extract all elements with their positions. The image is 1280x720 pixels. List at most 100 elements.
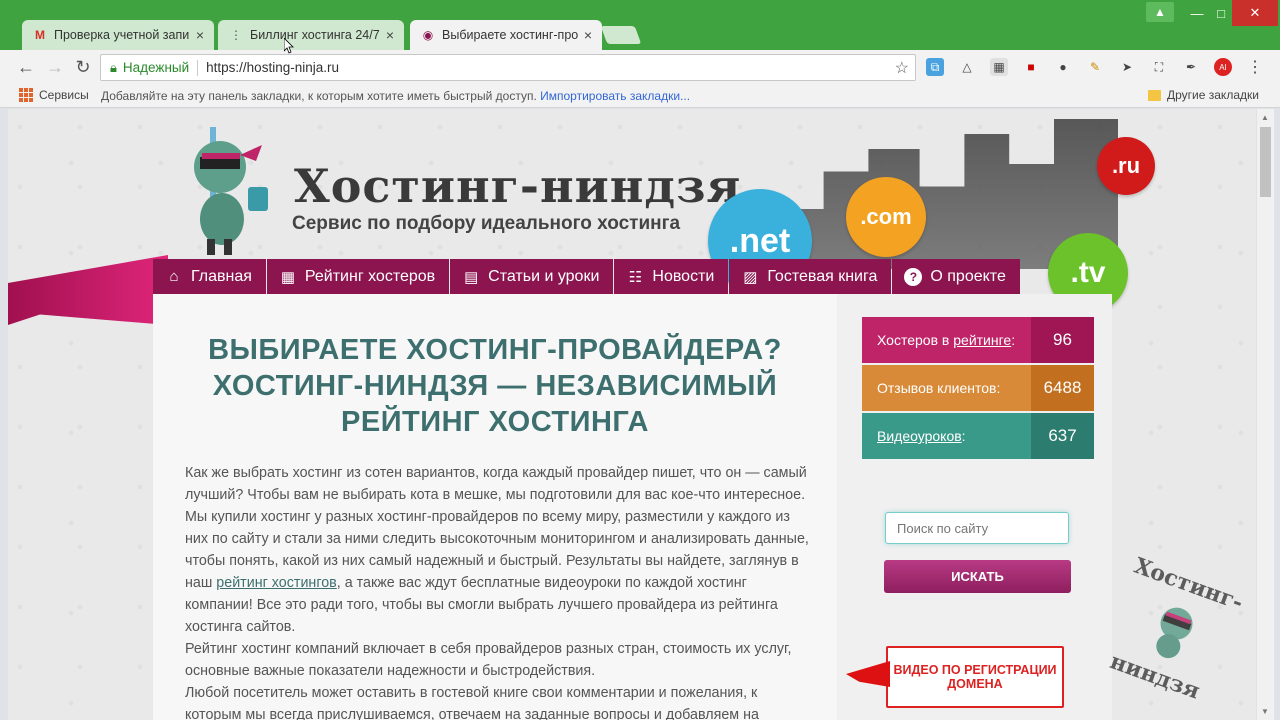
stat-reviews: Отзывов клиентов: 6488: [862, 365, 1094, 411]
extension-icon[interactable]: AI: [1214, 58, 1232, 76]
lock-icon: 🔒︎: [110, 59, 117, 75]
nav-guestbook[interactable]: ▨ Гостевая книга: [729, 259, 892, 294]
browser-toolbar: ← → ↻ 🔒︎ Надежный https://hosting-ninja.…: [0, 50, 1280, 84]
ninja-icon: ◉: [422, 28, 434, 42]
extension-icon[interactable]: ⛶: [1150, 58, 1168, 76]
bookmark-star-icon[interactable]: ☆: [895, 58, 909, 78]
other-bookmarks[interactable]: Другие закладки: [1148, 88, 1259, 102]
guestbook-icon: ▨: [743, 268, 758, 286]
bookmarks-bar: Сервисы Добавляйте на эту панель закладк…: [0, 84, 1280, 108]
search-button[interactable]: ИСКАТЬ: [884, 560, 1071, 593]
hosting-rating-link[interactable]: рейтинг хостингов: [216, 575, 336, 591]
mini-ninja-icon: [1156, 607, 1193, 659]
stat-label: Видеоуроков:: [862, 413, 1031, 459]
reload-button[interactable]: ↻: [71, 55, 95, 79]
nav-home[interactable]: ⌂ Главная: [153, 259, 266, 294]
stat-label-prefix: Хостеров в: [877, 332, 950, 348]
paragraph: Как же выбрать хостинг из сотен варианто…: [185, 462, 815, 638]
divider: [197, 59, 199, 76]
nav-label: Новости: [652, 267, 715, 285]
scroll-thumb[interactable]: [1260, 127, 1271, 197]
tab-strip: ▲ — □ ✕ M Проверка учетной запи × ⋮ Билл…: [0, 0, 1280, 50]
web-page: Хостинг-ниндзя Сервис по подбору идеальн…: [8, 109, 1256, 720]
news-icon: ☷: [628, 268, 643, 286]
stat-label-prefix: Отзывов клиентов:: [877, 380, 1001, 396]
site-search-input[interactable]: [885, 512, 1069, 544]
tab-gmail[interactable]: M Проверка учетной запи ×: [22, 20, 214, 50]
rating-icon: ▦: [280, 268, 295, 286]
extension-icon[interactable]: ➤: [1118, 58, 1136, 76]
gmail-icon: M: [35, 28, 45, 42]
main-nav: ⌂ Главная ▦ Рейтинг хостеров ▤ Статьи и …: [153, 259, 1053, 294]
extension-icon[interactable]: ●: [1054, 58, 1072, 76]
nav-label: Главная: [191, 267, 252, 285]
tab-title: Выбираете хостинг-про: [442, 28, 578, 42]
extension-icon[interactable]: ✎: [1086, 58, 1104, 76]
nav-articles[interactable]: ▤ Статьи и уроки: [450, 259, 614, 294]
stat-value: 6488: [1031, 365, 1094, 411]
secure-label: Надежный: [122, 60, 190, 75]
close-window-button[interactable]: ✕: [1232, 0, 1278, 26]
scroll-down-icon[interactable]: ▼: [1261, 707, 1269, 716]
paragraph-text: Как же выбрать хостинг из сотен варианто…: [185, 465, 809, 591]
extension-icon[interactable]: ▦: [990, 58, 1008, 76]
videos-link[interactable]: Видеоуроков: [877, 428, 962, 444]
site-logo-title[interactable]: Хостинг-ниндзя: [294, 159, 741, 213]
folder-icon: [1148, 89, 1161, 101]
address-bar[interactable]: 🔒︎ Надежный https://hosting-ninja.ru ☆: [100, 54, 916, 81]
nav-label: О проекте: [930, 267, 1006, 285]
new-tab-button[interactable]: [600, 26, 642, 44]
bookmarks-hint: Добавляйте на эту панель закладки, к кот…: [101, 89, 690, 103]
intro-text: Как же выбрать хостинг из сотен варианто…: [185, 462, 815, 720]
apps-shortcut[interactable]: Сервисы: [19, 88, 89, 102]
import-bookmarks-link[interactable]: Импортировать закладки...: [540, 89, 690, 103]
close-tab-icon[interactable]: ×: [386, 27, 394, 43]
stat-label: Отзывов клиентов:: [862, 365, 1031, 411]
close-tab-icon[interactable]: ×: [584, 27, 592, 43]
articles-icon: ▤: [464, 268, 479, 286]
nav-label: Рейтинг хостеров: [304, 267, 436, 285]
extension-icon[interactable]: ✒: [1182, 58, 1200, 76]
stat-videos: Видеоуроков: 637: [862, 413, 1094, 459]
scroll-up-icon[interactable]: ▲: [1261, 113, 1269, 122]
profile-icon[interactable]: ▲: [1146, 2, 1174, 22]
other-bookmarks-label: Другие закладки: [1167, 88, 1259, 102]
page-scrollbar[interactable]: ▲ ▼: [1257, 109, 1274, 720]
extension-icon[interactable]: ■: [1022, 58, 1040, 76]
url-text[interactable]: https://hosting-ninja.ru: [206, 60, 339, 75]
domain-ru-badge: .ru: [1097, 137, 1155, 195]
domain-video-button[interactable]: ВИДЕО ПО РЕГИСТРАЦИИ ДОМЕНА: [886, 646, 1064, 708]
rating-link[interactable]: рейтинге: [953, 332, 1011, 348]
home-icon: ⌂: [169, 268, 179, 285]
nav-about[interactable]: ? О проекте: [892, 259, 1020, 294]
nav-news[interactable]: ☷ Новости: [614, 259, 729, 294]
stat-label-suffix: :: [1011, 332, 1016, 348]
tab-billing[interactable]: ⋮ Биллинг хостинга 24/7 ×: [218, 20, 404, 50]
apps-label: Сервисы: [39, 88, 89, 102]
stat-label-suffix: :: [961, 428, 966, 444]
extension-icon[interactable]: △: [958, 58, 976, 76]
mouse-cursor-icon: [284, 38, 294, 54]
tab-title: Биллинг хостинга 24/7: [250, 28, 380, 42]
stat-value: 96: [1031, 317, 1094, 363]
stat-hosters: Хостеров в рейтинге: 96: [862, 317, 1094, 363]
apps-grid-icon: [19, 88, 33, 102]
dots-icon: ⋮: [230, 28, 242, 42]
stat-value: 637: [1031, 413, 1094, 459]
close-tab-icon[interactable]: ×: [196, 27, 204, 43]
forward-button[interactable]: →: [43, 55, 67, 79]
back-button[interactable]: ←: [14, 55, 38, 79]
question-icon: ?: [904, 267, 923, 286]
menu-kebab-icon[interactable]: ⋮: [1246, 58, 1264, 76]
paragraph: Рейтинг хостинг компаний включает в себя…: [185, 641, 792, 679]
main-content: ВЫБИРАЕТЕ ХОСТИНГ-ПРОВАЙДЕРА? ХОСТИНГ-НИ…: [153, 294, 837, 720]
ninja-mascot-logo: [194, 127, 268, 255]
domain-com-badge: .com: [846, 177, 926, 257]
tab-hosting-ninja[interactable]: ◉ Выбираете хостинг-про ×: [410, 20, 602, 50]
site-logo-subtitle: Сервис по подбору идеального хостинга: [292, 213, 681, 234]
extension-icon[interactable]: ⧉: [926, 58, 944, 76]
pink-ribbon-decoration: [8, 255, 168, 325]
nav-rating[interactable]: ▦ Рейтинг хостеров: [266, 259, 450, 294]
tab-title: Проверка учетной запи: [54, 28, 190, 42]
nav-label: Статьи и уроки: [488, 267, 600, 285]
